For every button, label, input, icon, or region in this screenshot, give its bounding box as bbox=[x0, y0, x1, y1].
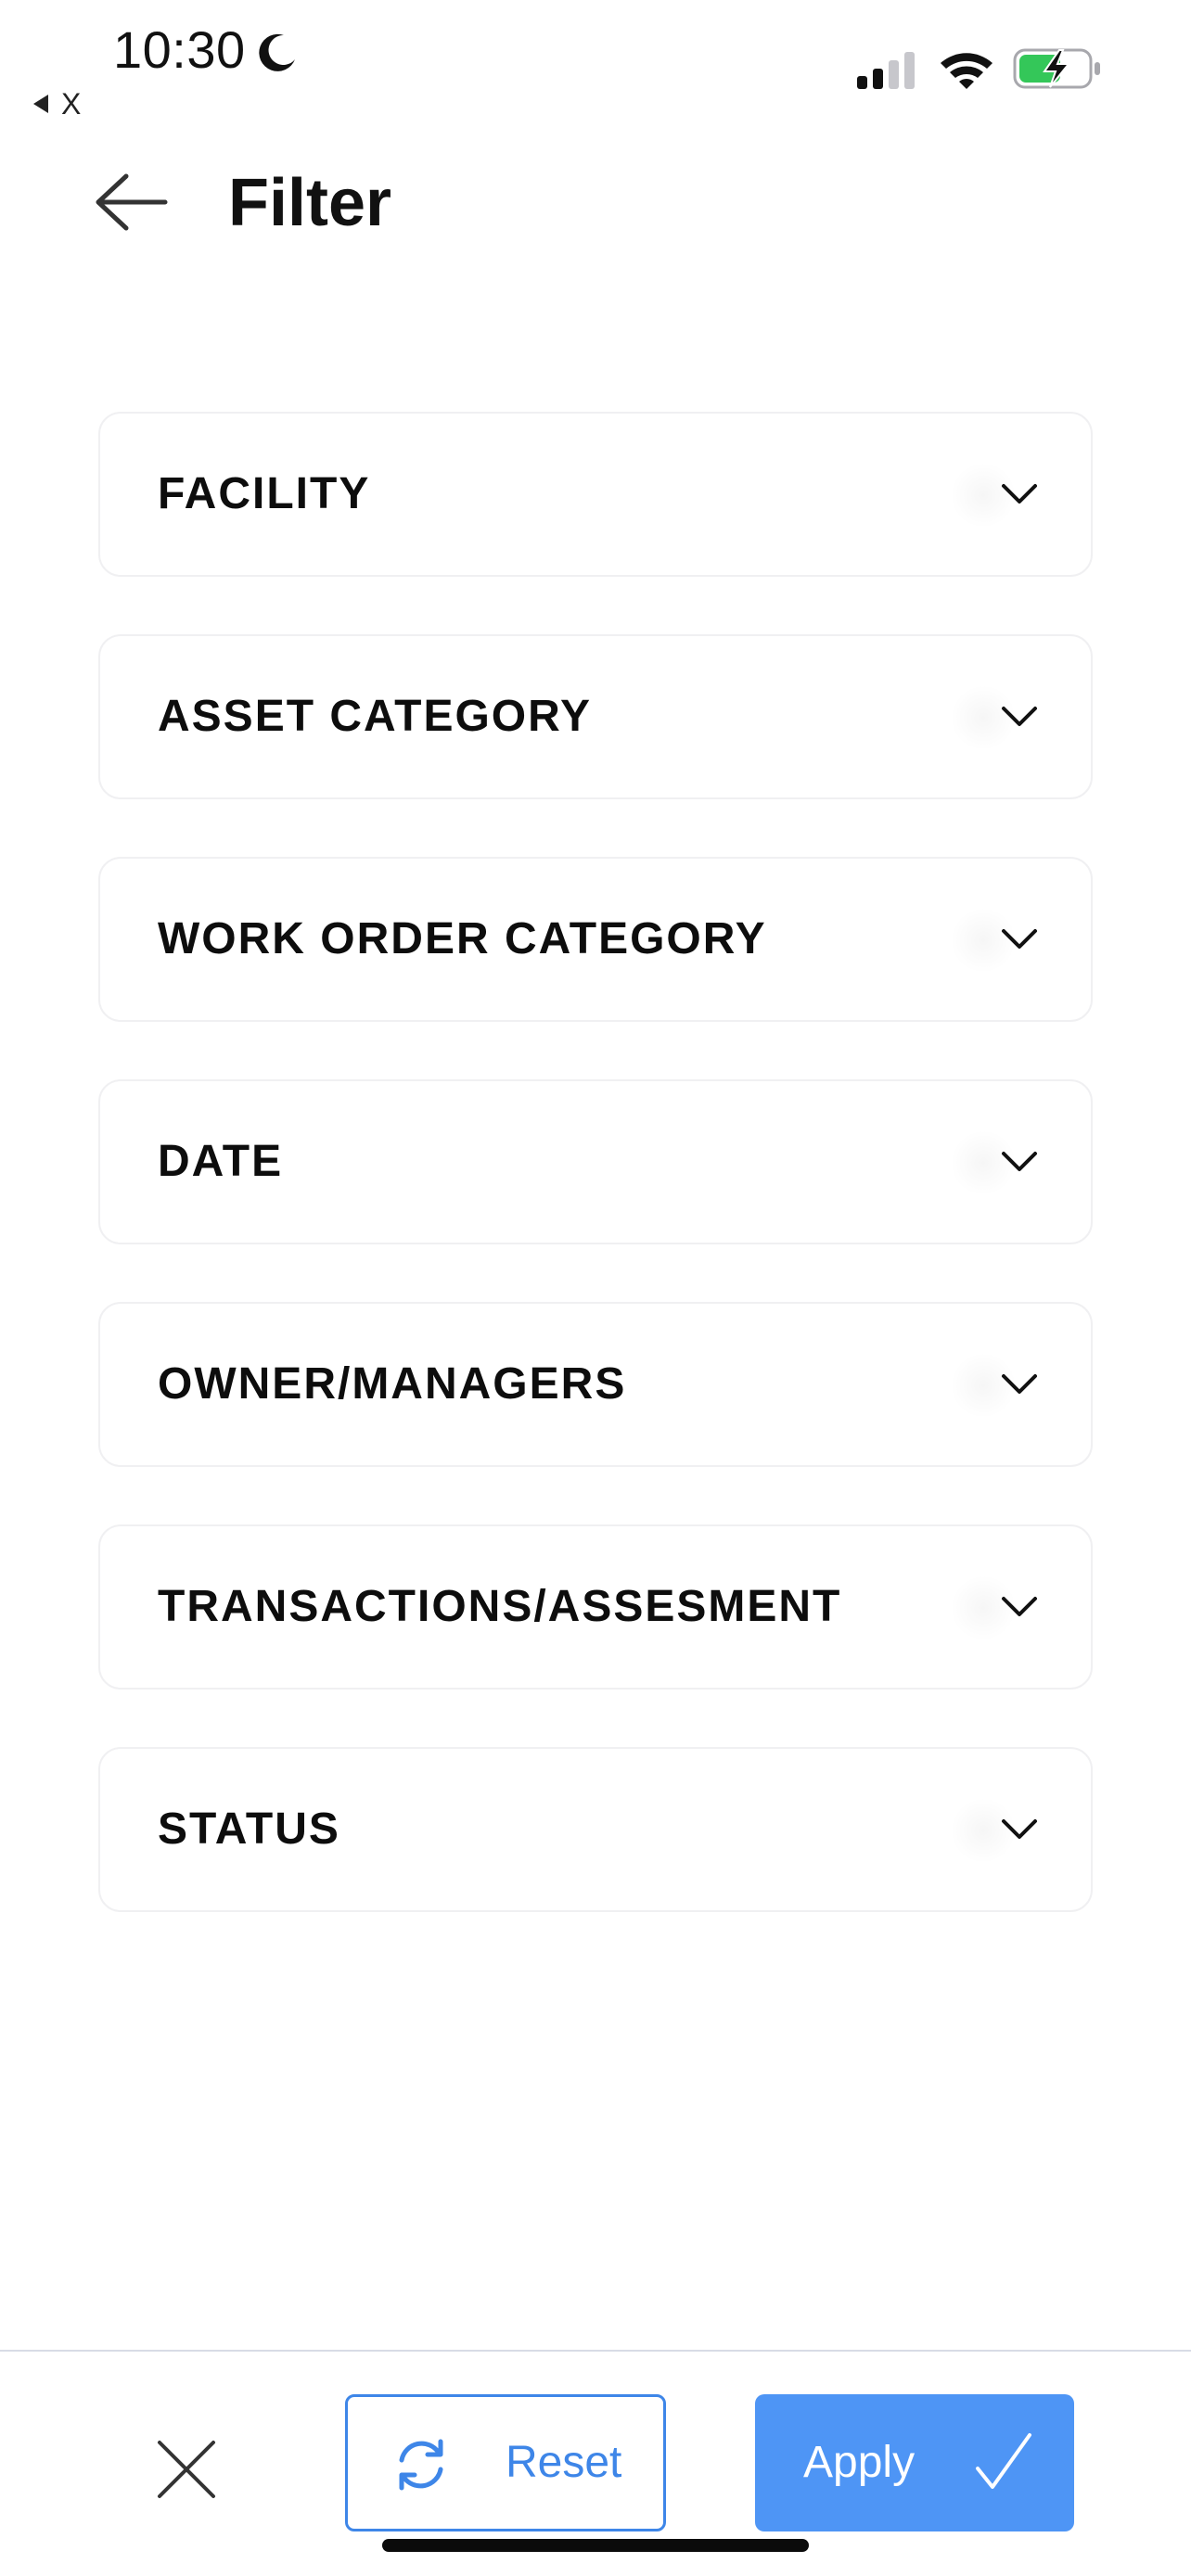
signal-icon bbox=[857, 52, 915, 89]
filter-row-transactions-assesment[interactable]: TRANSACTIONS/ASSESMENT bbox=[98, 1524, 1093, 1690]
refresh-icon bbox=[399, 2439, 443, 2491]
filter-label: OWNER/MANAGERS bbox=[158, 1359, 627, 1409]
filter-row-asset-category[interactable]: ASSET CATEGORY bbox=[98, 634, 1093, 799]
page-title: Filter bbox=[228, 166, 392, 240]
chevron-down-icon[interactable] bbox=[994, 692, 1044, 742]
close-icon[interactable] bbox=[148, 2431, 224, 2507]
bottom-divider bbox=[0, 2350, 1191, 2352]
battery-charging-icon bbox=[1013, 48, 1100, 89]
reset-button[interactable]: Reset bbox=[345, 2394, 666, 2531]
chevron-down-icon[interactable] bbox=[994, 1804, 1044, 1855]
filter-label: TRANSACTIONS/ASSESMENT bbox=[158, 1582, 842, 1631]
home-indicator bbox=[382, 2539, 809, 2552]
filter-label: DATE bbox=[158, 1137, 284, 1186]
chevron-down-icon[interactable] bbox=[994, 1359, 1044, 1409]
chevron-down-icon[interactable] bbox=[994, 914, 1044, 964]
apply-label: Apply bbox=[803, 2438, 916, 2487]
filter-label: ASSET CATEGORY bbox=[158, 692, 593, 741]
moon-icon bbox=[259, 33, 295, 71]
wifi-icon bbox=[941, 53, 992, 89]
back-to-app-link[interactable]: X bbox=[33, 85, 81, 122]
filter-label: FACILITY bbox=[158, 469, 371, 518]
reset-label: Reset bbox=[506, 2438, 622, 2487]
back-app-label: X bbox=[61, 87, 82, 121]
arrow-left-icon[interactable] bbox=[89, 163, 173, 247]
chevron-down-icon[interactable] bbox=[994, 1582, 1044, 1632]
status-time: 10:30 bbox=[113, 20, 246, 79]
apply-button[interactable]: Apply bbox=[755, 2394, 1074, 2531]
filter-row-facility[interactable]: FACILITY bbox=[98, 412, 1093, 577]
back-triangle-icon bbox=[33, 94, 48, 113]
filter-list: FACILITY ASSET CATEGORY WORK ORDER CATEG… bbox=[98, 412, 1093, 1970]
filter-screen: 10:30 X Filter FACILITY ASSET CATEGORY W… bbox=[0, 0, 1191, 2576]
chevron-down-icon[interactable] bbox=[994, 1137, 1044, 1187]
filter-row-work-order-category[interactable]: WORK ORDER CATEGORY bbox=[98, 857, 1093, 1022]
filter-label: WORK ORDER CATEGORY bbox=[158, 914, 767, 963]
chevron-down-icon[interactable] bbox=[994, 469, 1044, 519]
filter-row-date[interactable]: DATE bbox=[98, 1079, 1093, 1244]
filter-label: STATUS bbox=[158, 1804, 340, 1854]
checkmark-icon bbox=[976, 2433, 1031, 2489]
filter-row-owner-managers[interactable]: OWNER/MANAGERS bbox=[98, 1302, 1093, 1467]
filter-row-status[interactable]: STATUS bbox=[98, 1747, 1093, 1912]
